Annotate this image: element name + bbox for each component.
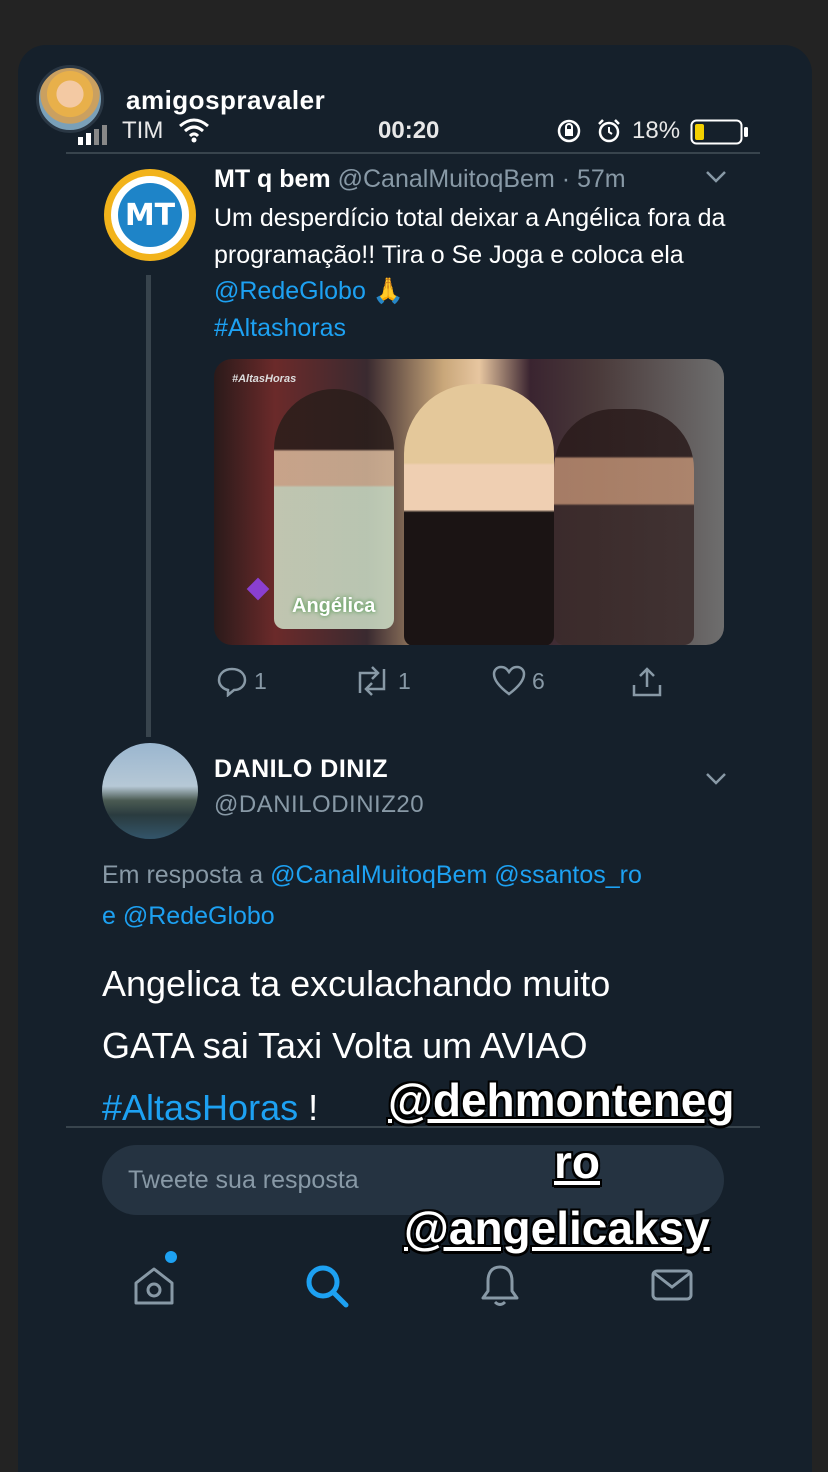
person-shape	[404, 384, 554, 645]
story-username[interactable]: amigospravaler	[126, 85, 325, 116]
person-shape	[274, 389, 394, 629]
person-shape	[554, 409, 694, 645]
share-icon	[632, 667, 662, 697]
rotation-lock-icon	[556, 118, 582, 149]
mention-sticker-dehmontenegro-cont[interactable]: ro	[554, 1135, 600, 1189]
reply-avatar[interactable]	[102, 743, 198, 839]
battery-percent: 18%	[632, 117, 681, 144]
retweet-count: 1	[398, 667, 411, 694]
reply-icon	[217, 667, 247, 697]
signal-icon	[76, 123, 116, 150]
retweet-icon	[358, 666, 386, 696]
star-logo-icon	[246, 577, 270, 601]
divider	[66, 152, 760, 154]
search-icon[interactable]	[302, 1261, 352, 1316]
tweet-body: Um desperdício total deixar a Angélica f…	[214, 204, 726, 269]
wifi-icon	[178, 117, 210, 148]
like-action[interactable]: 6	[492, 665, 545, 697]
in-reply-conj: e	[102, 902, 123, 930]
home-icon[interactable]	[130, 1261, 178, 1314]
notifications-icon[interactable]	[476, 1261, 524, 1314]
in-reply-mentions[interactable]: @CanalMuitoqBem @ssantos_ro	[270, 861, 642, 889]
reply-handle[interactable]: @DANILODINIZ20	[214, 791, 424, 819]
tweet-media-image[interactable]: #AltasHoras Angélica	[214, 359, 724, 645]
reply-count: 1	[254, 667, 267, 694]
tweet-display-name[interactable]: MT q bem	[214, 165, 331, 193]
mention-sticker-dehmontenegro[interactable]: @dehmonteneg	[388, 1073, 734, 1127]
hashtag-link[interactable]: #Altashoras	[214, 314, 346, 342]
media-tag: #AltasHoras	[232, 373, 297, 385]
retweet-action[interactable]: 1	[352, 665, 411, 697]
media-caption: Angélica	[292, 595, 376, 617]
in-reply-prefix: Em resposta a	[102, 861, 271, 889]
tweet-menu-chevron-icon[interactable]	[704, 165, 728, 191]
avatar-logo: MT	[118, 183, 182, 247]
share-action[interactable]	[630, 665, 664, 699]
messages-icon[interactable]	[648, 1261, 696, 1314]
reply-text-end: !	[298, 1087, 319, 1128]
reply-display-name[interactable]: DANILO DINIZ	[214, 755, 388, 784]
tweet-avatar[interactable]: MT	[104, 169, 196, 261]
reply-line-1: Angelica ta exculachando muito	[102, 963, 611, 1004]
pray-emoji: 🙏	[372, 277, 404, 305]
like-count: 6	[532, 667, 545, 694]
reply-action[interactable]: 1	[216, 665, 267, 697]
heart-icon	[492, 665, 526, 696]
story-card: amigospravaler TIM 00:20 18% MT MT q bem	[18, 45, 812, 1472]
reply-hashtag-link[interactable]: #AltasHoras	[102, 1087, 298, 1128]
in-reply-mention-globo[interactable]: @RedeGlobo	[123, 902, 275, 930]
reply-line-2: GATA sai Taxi Volta um AVIAO	[102, 1025, 588, 1066]
tweet-text: Um desperdício total deixar a Angélica f…	[214, 200, 734, 346]
reply-menu-chevron-icon[interactable]	[704, 767, 728, 793]
mention-sticker-angelicaksy[interactable]: @angelicaksy	[404, 1201, 710, 1255]
alarm-icon	[596, 118, 622, 149]
in-reply-to: Em resposta a @CanalMuitoqBem @ssantos_r…	[102, 855, 742, 937]
thread-line	[146, 275, 151, 737]
clock: 00:20	[378, 117, 440, 144]
mention-link[interactable]: @RedeGlobo	[214, 277, 366, 305]
tweet-header: MT q bem @CanalMuitoqBem · 57m	[214, 165, 626, 194]
battery-icon	[690, 119, 750, 150]
tweet-handle-time[interactable]: @CanalMuitoqBem · 57m	[338, 165, 626, 193]
carrier-label: TIM	[122, 117, 164, 144]
